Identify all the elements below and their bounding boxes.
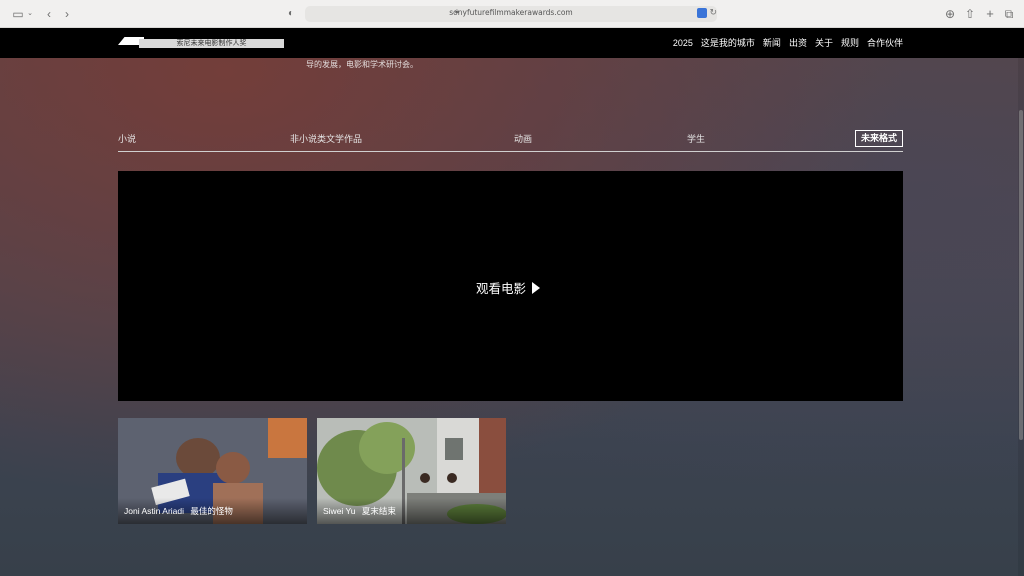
film-title: 夏末结束 — [361, 506, 396, 516]
back-icon[interactable]: ‹ — [43, 7, 55, 21]
reload-icon[interactable]: ↻ — [709, 7, 717, 18]
browser-toolbar: ▭ ⌄ ‹ › ◐ 🔒︎ sonyfuturefilmmakerawards.c… — [0, 0, 1024, 28]
scrollbar[interactable] — [1018, 28, 1024, 576]
nav-item-2025[interactable]: 2025 — [673, 37, 693, 49]
watch-film-button[interactable]: 观看电影 — [476, 278, 541, 297]
play-icon — [532, 281, 541, 294]
chevron-down-icon[interactable]: ⌄ — [26, 7, 34, 21]
url-field[interactable]: 🔒︎ sonyfuturefilmmakerawards.com ↻ — [305, 6, 717, 22]
nav-item-rules[interactable]: 规则 — [841, 37, 859, 49]
share-icon[interactable]: ⇧ — [964, 7, 976, 21]
nav-item-my-city[interactable]: 这是我的城市 — [701, 37, 755, 49]
nav-item-about[interactable]: 关于 — [815, 37, 833, 49]
site-header: 索尼未来电影制作人奖 2025 这是我的城市 新闻 出资 关于 规则 合作伙伴 — [0, 28, 1024, 58]
sidebar-icon[interactable]: ▭ — [10, 7, 26, 21]
page: 索尼未来电影制作人奖 2025 这是我的城市 新闻 出资 关于 规则 合作伙伴 … — [0, 28, 1024, 576]
translate-icon[interactable] — [697, 8, 707, 18]
logo-text[interactable]: 索尼未来电影制作人奖 — [139, 39, 284, 48]
film-card[interactable]: Siwei Yu 夏末结束 — [317, 418, 506, 524]
tab-non-fiction[interactable]: 非小说类文学作品 — [290, 133, 362, 145]
tab-animation[interactable]: 动画 — [514, 133, 532, 145]
download-icon[interactable]: ⊕ — [944, 7, 956, 21]
nav-item-funding[interactable]: 出资 — [789, 37, 807, 49]
new-tab-icon[interactable]: + — [984, 7, 996, 21]
film-title: 最佳的怪物 — [190, 506, 233, 516]
film-director: Joni Astin Ariadi — [124, 506, 185, 516]
tab-future-format[interactable]: 未来格式 — [854, 130, 903, 147]
tab-overview-icon[interactable]: ⧉ — [1003, 7, 1015, 21]
main-nav: 2025 这是我的城市 新闻 出资 关于 规则 合作伙伴 — [673, 37, 903, 49]
watch-film-label: 观看电影 — [476, 282, 527, 296]
film-card[interactable]: Joni Astin Ariadi 最佳的怪物 — [118, 418, 307, 524]
url-text: sonyfuturefilmmakerawards.com — [449, 8, 573, 17]
nav-item-news[interactable]: 新闻 — [763, 37, 781, 49]
intro-text: 导的发展，电影和学术研讨会。 — [306, 60, 418, 69]
video-player[interactable]: 观看电影 — [118, 171, 903, 401]
film-caption: Siwei Yu 夏末结束 — [323, 505, 400, 517]
film-director: Siwei Yu — [323, 506, 356, 516]
privacy-icon[interactable]: ◐ — [285, 7, 297, 21]
scrollbar-thumb[interactable] — [1019, 110, 1023, 440]
nav-item-partners[interactable]: 合作伙伴 — [867, 37, 903, 49]
film-caption: Joni Astin Ariadi 最佳的怪物 — [124, 505, 237, 517]
category-tabs: 小说 非小说类文学作品 动画 学生 未来格式 — [118, 130, 903, 152]
tab-fiction[interactable]: 小说 — [118, 133, 136, 145]
tab-student[interactable]: 学生 — [687, 133, 705, 145]
forward-icon[interactable]: › — [61, 7, 73, 21]
